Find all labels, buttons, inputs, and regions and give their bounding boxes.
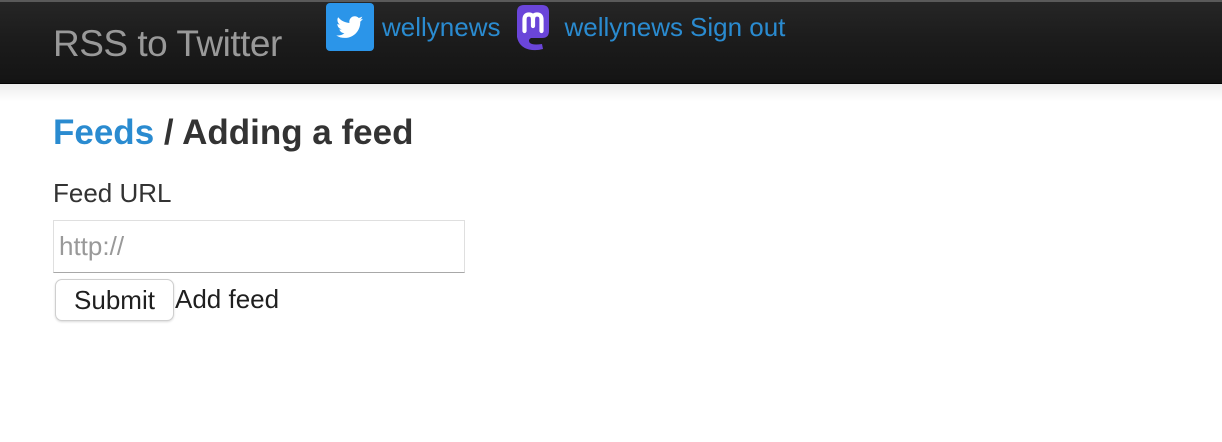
twitter-bird-icon: [326, 3, 374, 51]
sign-out-link[interactable]: Sign out: [690, 5, 785, 49]
feed-url-input[interactable]: [53, 220, 465, 273]
breadcrumb-feeds-link[interactable]: Feeds: [53, 113, 154, 152]
breadcrumb-separator: /: [163, 113, 174, 152]
navbar-shadow: [0, 84, 1222, 102]
brand-link[interactable]: RSS to Twitter: [53, 22, 282, 66]
breadcrumb-current: Adding a feed: [182, 113, 414, 152]
submit-button[interactable]: Submit: [55, 279, 174, 321]
page-title: Feeds / Adding a feed: [53, 110, 413, 156]
add-feed-text: Add feed: [175, 284, 280, 314]
account-nav: wellynews wellynews Sign out: [326, 3, 785, 51]
mastodon-username-link[interactable]: wellynews: [565, 5, 684, 49]
mastodon-logo-icon: [509, 3, 557, 51]
twitter-username-link[interactable]: wellynews: [382, 5, 501, 49]
top-navbar: RSS to Twitter wellynews wellynews Sign …: [0, 0, 1222, 84]
feed-url-label: Feed URL: [53, 178, 172, 208]
